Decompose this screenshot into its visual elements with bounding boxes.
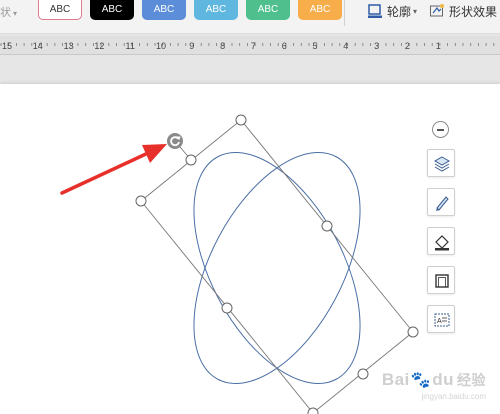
style-swatch-label: ABC: [49, 4, 71, 15]
horizontal-ruler[interactable]: 15 14 13 12 11 10 9 8 7 6 5 4 3 2 1: [0, 36, 500, 55]
annotation-arrow: [60, 144, 167, 195]
text-box-icon: A: [434, 313, 450, 327]
paw-icon: 🐾: [410, 372, 432, 389]
fill-icon: [435, 235, 449, 251]
ruler-ticks: 15 14 13 12 11 10 9 8 7 6 5 4 3 2 1: [0, 41, 495, 51]
watermark-suffix: 经验: [457, 372, 486, 388]
ruler-label: 4: [343, 41, 348, 51]
ribbon-toolbar: 状 ▾ ABC ABC ABC ABC ABC ABC 轮廓 ▾ 形状效果: [0, 0, 500, 34]
collapse-icon[interactable]: [432, 121, 449, 138]
resize-handle[interactable]: [235, 114, 247, 126]
selection-frame: [140, 119, 414, 414]
ruler-label: 3: [374, 41, 379, 51]
ruler-label: 11: [126, 41, 135, 51]
layers-button[interactable]: [427, 149, 455, 177]
style-swatch-label: ABC: [309, 4, 331, 15]
watermark-brand: Bai: [381, 370, 410, 389]
style-swatch-label: ABC: [101, 4, 123, 15]
drawing-canvas: [60, 114, 419, 414]
ribbon-truncated-label[interactable]: 状 ▾: [0, 4, 17, 20]
frame-button[interactable]: [427, 266, 455, 294]
ruler-label: 6: [282, 41, 287, 51]
outline-label: 轮廓: [387, 4, 412, 19]
rotate-handle[interactable]: [167, 133, 183, 149]
ruler-label: 15: [2, 41, 12, 51]
ruler-label: 8: [220, 41, 225, 51]
ruler-label: 14: [33, 41, 43, 51]
style-swatch[interactable]: ABC: [38, 0, 82, 20]
ribbon-truncated-text: 状: [0, 7, 11, 19]
ribbon-separator: [344, 0, 345, 26]
resize-handle[interactable]: [357, 368, 369, 380]
style-swatch[interactable]: ABC: [298, 0, 342, 20]
outline-button[interactable]: 轮廓 ▾: [367, 2, 417, 20]
text-wrap-button[interactable]: A: [427, 305, 455, 333]
resize-handle[interactable]: [135, 195, 147, 207]
resize-handle[interactable]: [321, 220, 333, 232]
ruler-label: 1: [436, 41, 441, 51]
ruler-label: 7: [251, 41, 256, 51]
style-swatch-label: ABC: [205, 4, 227, 15]
style-swatch[interactable]: ABC: [142, 0, 186, 20]
style-swatch-label: ABC: [153, 4, 175, 15]
watermark-url: jingyan.baidu.com: [421, 392, 486, 401]
resize-handle[interactable]: [407, 326, 419, 338]
resize-handle[interactable]: [221, 302, 233, 314]
outline-icon: [368, 4, 382, 18]
ruler-label: 10: [156, 41, 166, 51]
pen-button[interactable]: [427, 188, 455, 216]
svg-text:A: A: [437, 318, 442, 325]
frame-icon: [435, 274, 449, 288]
ruler-label: 5: [312, 41, 317, 51]
ruler-label: 12: [94, 41, 104, 51]
pen-icon: [436, 196, 449, 211]
shape-effects-button[interactable]: 形状效果: [429, 2, 497, 20]
ruler-label: 9: [189, 41, 194, 51]
style-swatch[interactable]: ABC: [90, 0, 134, 20]
document-page[interactable]: A Bai 🐾 du 经验 jingyan.baidu.com: [0, 84, 500, 414]
layers-icon: [433, 156, 451, 172]
fill-button[interactable]: [427, 227, 455, 255]
chevron-down-icon: ▾: [413, 6, 418, 16]
baidu-watermark: Bai 🐾 du 经验 jingyan.baidu.com: [381, 368, 486, 401]
watermark-du: du: [432, 370, 454, 389]
resize-handle[interactable]: [307, 407, 319, 414]
shape-effects-icon: [430, 4, 444, 17]
ruler-label: 2: [405, 41, 410, 51]
style-swatch[interactable]: ABC: [246, 0, 290, 20]
shape-effects-label: 形状效果: [449, 4, 498, 19]
resize-handle[interactable]: [185, 154, 197, 166]
ruler-label: 13: [64, 41, 74, 51]
style-swatch[interactable]: ABC: [194, 0, 238, 20]
style-swatch-label: ABC: [257, 4, 279, 15]
chevron-down-icon: ▾: [13, 9, 18, 18]
